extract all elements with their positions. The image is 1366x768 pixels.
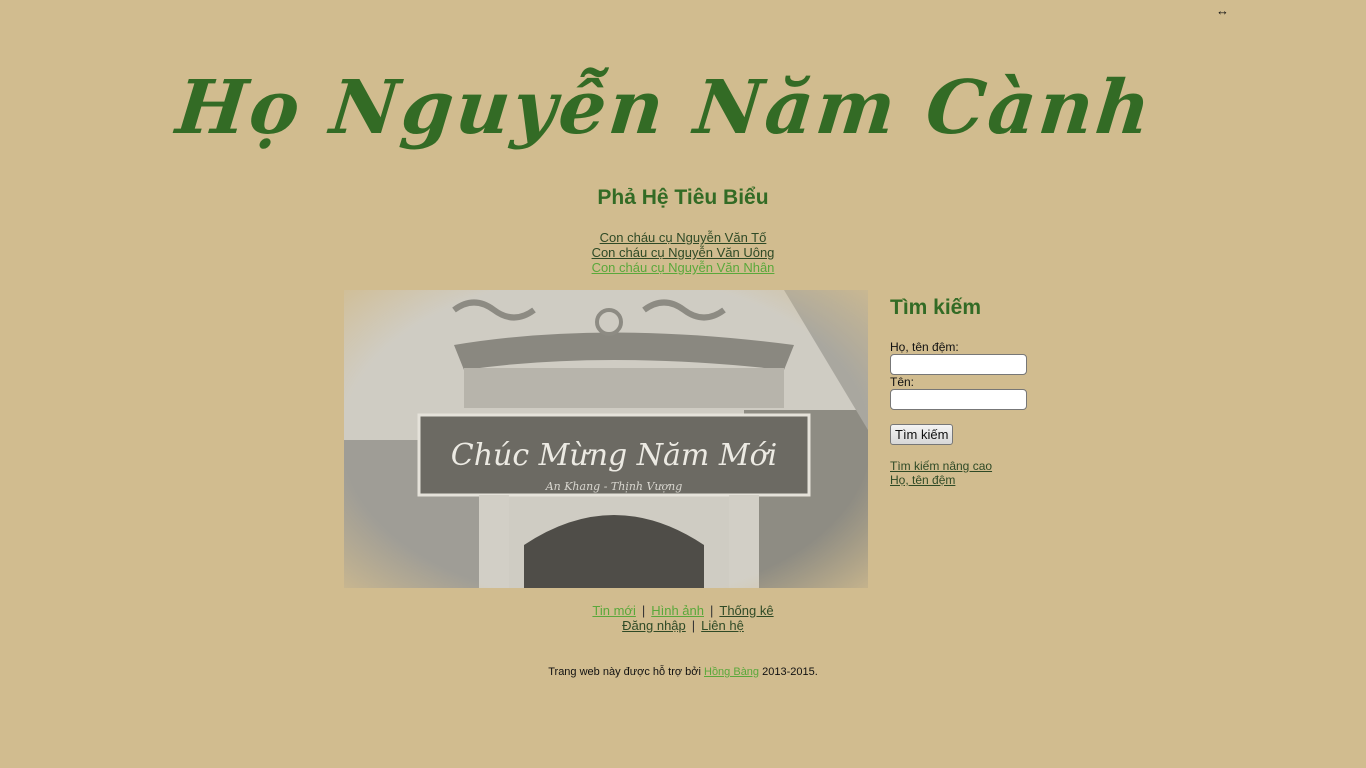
bottom-nav: Tin mới | Hình ảnh | Thống kê Đăng nhập | Liên… [0, 603, 1366, 633]
family-tree-links: Con cháu cụ Nguyễn Văn Tố Con cháu cụ Ng… [0, 230, 1366, 275]
advanced-search-link[interactable]: Tìm kiếm nâng cao [890, 459, 992, 473]
site-logo[interactable]: Họ Nguyễn Năm Cành [172, 38, 1157, 178]
search-heading: Tìm kiếm [890, 296, 982, 319]
footer-prefix: Trang web này được hỗ trợ bởi [548, 666, 701, 678]
site-logo-text: Họ Nguyễn Năm Cành [172, 65, 1158, 151]
nav-images-link[interactable]: Hình ảnh [651, 603, 704, 618]
page-title: Phả Hệ Tiêu Biểu [597, 186, 769, 209]
family-link-van-nhan[interactable]: Con cháu cụ Nguyễn Văn Nhân [0, 260, 1366, 275]
banner-text: Chúc Mừng Năm Mới [451, 438, 778, 473]
surname-search-link[interactable]: Họ, tên đệm [890, 473, 992, 487]
nav-stats-link[interactable]: Thống kê [719, 603, 773, 618]
nav-separator: | [641, 603, 646, 618]
nav-separator: | [691, 618, 696, 633]
horizontal-resize-icon[interactable]: ↔ [1216, 3, 1229, 18]
nav-news-link[interactable]: Tin mới [592, 603, 635, 618]
banner-subtext: An Khang - Thịnh Vượng [545, 480, 683, 493]
search-button[interactable]: Tìm kiếm [890, 424, 954, 445]
nav-row-1: Tin mới | Hình ảnh | Thống kê [0, 603, 1366, 618]
footer-suffix: 2013-2015. [762, 666, 818, 678]
nav-row-2: Đăng nhập | Liên hệ [0, 618, 1366, 633]
nav-contact-link[interactable]: Liên hệ [701, 618, 744, 633]
family-link-van-uong[interactable]: Con cháu cụ Nguyễn Văn Uông [0, 245, 1366, 260]
footer-hong-bang-link[interactable]: Hồng Bàng [704, 666, 759, 678]
footer: Trang web này được hỗ trợ bởi Hồng Bàng … [0, 666, 1366, 678]
surname-input[interactable] [890, 354, 1027, 375]
family-link-van-to[interactable]: Con cháu cụ Nguyễn Văn Tố [0, 230, 1366, 245]
page: ↔ Họ Nguyễn Năm Cành Phả Hệ Tiêu Biểu Co… [0, 0, 1366, 768]
surname-label: Họ, tên đệm: [890, 340, 959, 354]
gate-photo-drawing: Chúc Mừng Năm Mới An Khang - Thịnh Vượng [344, 290, 868, 588]
name-input[interactable] [890, 389, 1027, 410]
nav-separator: | [710, 603, 714, 618]
gate-photo: Chúc Mừng Năm Mới An Khang - Thịnh Vượng [344, 290, 868, 588]
name-label: Tên: [890, 375, 915, 389]
search-extra-links: Tìm kiếm nâng cao Họ, tên đệm [890, 459, 992, 487]
nav-login-link[interactable]: Đăng nhập [622, 618, 686, 633]
